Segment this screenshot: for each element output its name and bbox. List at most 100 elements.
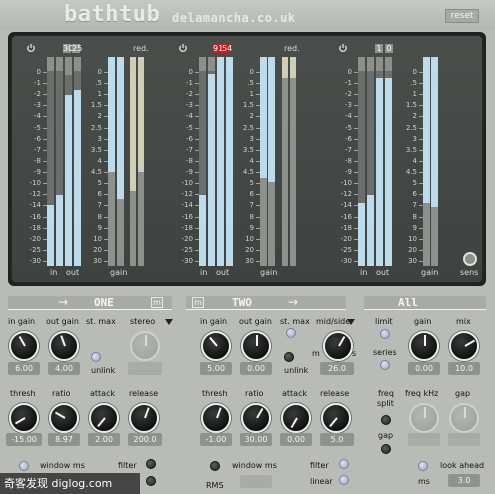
band2-out-gain-knob[interactable] <box>241 331 271 361</box>
midside-dropdown-arrow-icon[interactable] <box>347 319 355 325</box>
band1-attack-knob[interactable] <box>89 403 119 433</box>
band1-window-label: window ms <box>40 461 85 470</box>
band2-scale-label: -3 <box>186 101 193 110</box>
band2-ratio-knob[interactable] <box>241 403 271 433</box>
band1-release-value[interactable]: 200.0 <box>128 433 162 446</box>
all-look-ahead-radio[interactable] <box>418 461 428 471</box>
all-freq-khz-value[interactable] <box>408 433 440 446</box>
band-two-m-toggle[interactable]: m <box>192 297 204 308</box>
all-look-ahead-value[interactable]: 3.0 <box>448 474 480 487</box>
band2-release-knob[interactable] <box>321 403 351 433</box>
band2-unlink-radio[interactable] <box>284 352 294 362</box>
band1-stereo-knob[interactable] <box>130 331 160 361</box>
band3-scale-label: -12 <box>340 190 352 199</box>
band3-gain-scale-label: 7 <box>412 201 417 210</box>
all-gain-label: gain <box>414 317 432 326</box>
band2-m-label: m <box>312 349 320 358</box>
band-one-m-toggle[interactable]: m <box>151 297 163 308</box>
band2-attack-knob[interactable] <box>281 403 311 433</box>
band2-red-left-meter <box>260 57 267 266</box>
band1-window-radio[interactable] <box>19 461 29 471</box>
all-mix-value[interactable]: 10.0 <box>448 362 480 375</box>
band2-scale-label: -16 <box>181 212 193 221</box>
band2-power-icon[interactable] <box>178 43 188 53</box>
band2-thresh-knob[interactable] <box>201 403 231 433</box>
band2-ratio-value[interactable]: 30.00 <box>240 433 272 446</box>
band1-attack-value[interactable]: 2.00 <box>88 433 120 446</box>
band1-gain-scale-label: 0 <box>97 68 102 76</box>
band2-filter-radio[interactable] <box>339 459 349 469</box>
all-gap-radio[interactable] <box>381 444 391 454</box>
band1-gain-scale-label: .5 <box>95 79 102 88</box>
all-limit-label: limit <box>375 317 393 326</box>
band2-scale-label: -7 <box>186 145 193 154</box>
band1-gain-scale-label: 20 <box>93 245 102 254</box>
band1-gain-scale-label: 6 <box>97 190 102 199</box>
band1-gain-scale-label: 1 <box>97 90 102 99</box>
band2-in-gain-value[interactable]: 5.00 <box>200 362 232 375</box>
band3-red-left-meter <box>423 57 430 266</box>
all-gap-knob[interactable] <box>449 403 479 433</box>
band3-gain-scale-label: 3 <box>412 134 417 143</box>
band2-attack-value[interactable]: 0.00 <box>280 433 312 446</box>
stereo-dropdown-arrow-icon[interactable] <box>165 319 173 325</box>
band1-ratio-value[interactable]: 8.97 <box>48 433 80 446</box>
band1-out-gain-value[interactable]: 4.00 <box>48 362 80 375</box>
band1-out-left-meter-fill <box>65 95 72 266</box>
band1-in-gain-value[interactable]: 6.00 <box>8 362 40 375</box>
band3-out-left-meter <box>376 57 383 266</box>
all-gain-value[interactable]: 0.00 <box>408 362 440 375</box>
band1-in-left-meter <box>47 57 54 266</box>
band2-window-value[interactable] <box>240 475 272 488</box>
band1-out-right-meter-hold <box>74 57 81 71</box>
all-gap-value[interactable] <box>448 433 480 446</box>
app-logo: bathtub <box>64 2 161 27</box>
all-series-radio[interactable] <box>380 360 390 370</box>
band2-thresh-value[interactable]: -1.00 <box>200 433 232 446</box>
all-gain-knob[interactable] <box>409 331 439 361</box>
band-two-title: TWO <box>232 296 252 309</box>
arrow-right-icon: → <box>58 295 69 309</box>
band1-in-label: in <box>50 268 58 277</box>
band1-unlink-radio[interactable] <box>91 352 101 362</box>
band2-linear-radio[interactable] <box>339 475 349 485</box>
band3-power-icon[interactable] <box>338 43 348 53</box>
band3-gain-scale-label: 1.5 <box>405 101 417 110</box>
band1-out-gain-knob[interactable] <box>49 331 79 361</box>
band1-release-knob[interactable] <box>129 403 159 433</box>
band2-in-gain-knob[interactable] <box>201 331 231 361</box>
band1-scale-label: -1 <box>34 79 41 88</box>
band3-scale-label: -20 <box>340 234 352 243</box>
band2-filter-label: filter <box>310 461 329 470</box>
band2-st-max-radio[interactable] <box>286 328 296 338</box>
sens-knob[interactable] <box>463 252 477 266</box>
band1-stereo-value[interactable] <box>128 362 162 375</box>
band3-gain-scale-label: 6 <box>412 190 417 199</box>
band3-gain-scale-label: 2 <box>412 112 417 121</box>
band1-power-icon[interactable] <box>26 43 36 53</box>
all-mix-knob[interactable] <box>449 331 479 361</box>
band2-gain-scale-label: 1.5 <box>242 101 254 110</box>
band2-out-left-meter <box>217 57 224 266</box>
band1-scale-label: -3 <box>34 101 41 110</box>
band2-midside-value[interactable]: 26.0 <box>320 362 354 375</box>
band2-scale-label: -4 <box>186 112 193 121</box>
band3-in-right-meter-fill <box>367 195 374 266</box>
band2-rms-radio[interactable] <box>210 461 220 471</box>
band1-thresh-knob[interactable] <box>9 403 39 433</box>
band1-filter-radio[interactable] <box>146 459 156 469</box>
band1-filter-radio-2[interactable] <box>146 476 156 486</box>
band2-out-right-meter-fill <box>226 57 233 266</box>
site-url[interactable]: delamancha.co.uk <box>172 11 296 25</box>
all-freq-khz-knob[interactable] <box>409 403 439 433</box>
band1-ratio-knob[interactable] <box>49 403 79 433</box>
band2-midside-knob[interactable] <box>323 331 353 361</box>
band2-release-value[interactable]: 5.0 <box>320 433 354 446</box>
band1-in-gain-knob[interactable] <box>9 331 39 361</box>
band1-gain-scale-label: 7 <box>97 201 102 210</box>
all-freq-split-radio[interactable] <box>381 415 391 425</box>
band1-thresh-value[interactable]: -15.00 <box>6 433 42 446</box>
all-limit-radio[interactable] <box>380 329 390 339</box>
reset-button[interactable]: reset <box>445 9 479 23</box>
band2-out-gain-value[interactable]: 0.00 <box>240 362 272 375</box>
